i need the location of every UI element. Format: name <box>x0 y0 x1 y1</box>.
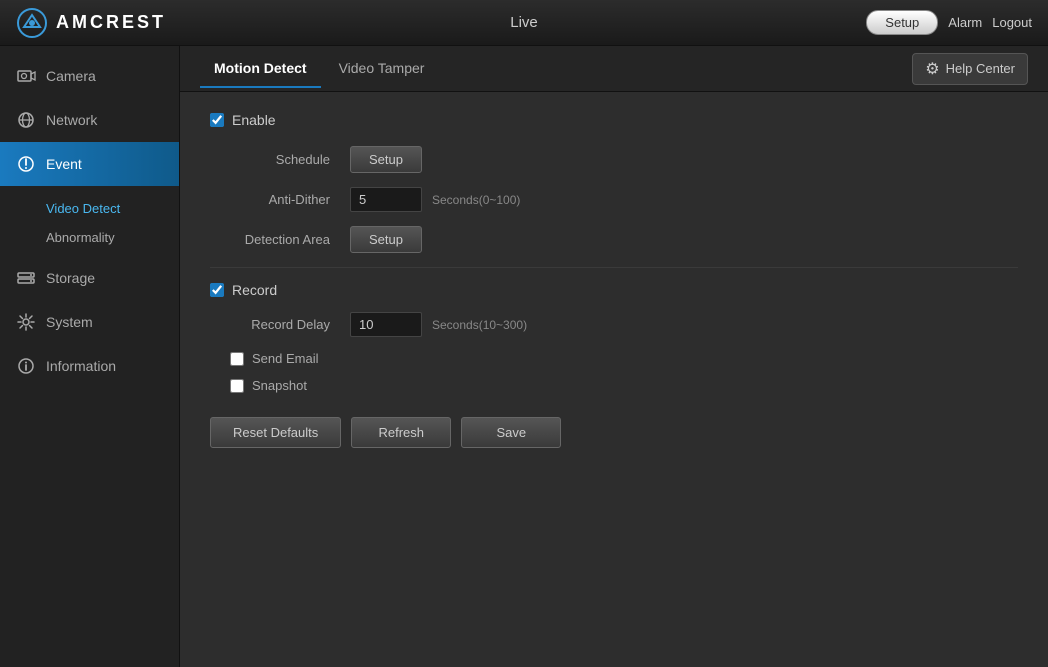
sidebar-item-storage[interactable]: Storage <box>0 256 179 300</box>
action-buttons: Reset Defaults Refresh Save <box>210 417 1018 448</box>
topbar-right: Setup Alarm Logout <box>866 10 1032 35</box>
detection-area-row: Detection Area Setup <box>210 226 1018 253</box>
record-delay-hint: Seconds(10~300) <box>432 318 527 332</box>
camera-icon <box>16 66 36 86</box>
record-row: Record <box>210 282 1018 298</box>
reset-defaults-button[interactable]: Reset Defaults <box>210 417 341 448</box>
tab-motion-detect[interactable]: Motion Detect <box>200 50 321 88</box>
send-email-label[interactable]: Send Email <box>252 351 318 366</box>
record-label[interactable]: Record <box>232 282 277 298</box>
sidebar-item-system[interactable]: System <box>0 300 179 344</box>
main-layout: Camera Network Event Video Detect Ab <box>0 46 1048 667</box>
schedule-label: Schedule <box>210 152 340 167</box>
save-button[interactable]: Save <box>461 417 561 448</box>
info-icon <box>16 356 36 376</box>
detection-area-label: Detection Area <box>210 232 340 247</box>
tab-video-tamper[interactable]: Video Tamper <box>325 50 439 88</box>
anti-dither-row: Anti-Dither Seconds(0~100) <box>210 187 1018 212</box>
event-icon <box>16 154 36 174</box>
sidebar-sub-event: Video Detect Abnormality <box>0 186 179 256</box>
system-icon <box>16 312 36 332</box>
sidebar-label-camera: Camera <box>46 68 96 84</box>
schedule-setup-button[interactable]: Setup <box>350 146 422 173</box>
send-email-row: Send Email <box>230 351 1018 366</box>
logo: AMCREST <box>16 7 166 39</box>
divider <box>210 267 1018 268</box>
sidebar-label-network: Network <box>46 112 97 128</box>
alarm-link[interactable]: Alarm <box>948 15 982 30</box>
enable-label[interactable]: Enable <box>232 112 276 128</box>
anti-dither-label: Anti-Dither <box>210 192 340 207</box>
tabs-bar: Motion Detect Video Tamper ⚙ Help Center <box>180 46 1048 92</box>
anti-dither-input[interactable] <box>350 187 422 212</box>
help-center-label: Help Center <box>946 61 1015 76</box>
sidebar-item-event[interactable]: Event <box>0 142 179 186</box>
logout-link[interactable]: Logout <box>992 15 1032 30</box>
network-icon <box>16 110 36 130</box>
topbar-center: Live <box>510 14 538 31</box>
send-email-checkbox[interactable] <box>230 352 244 366</box>
sidebar-item-network[interactable]: Network <box>0 98 179 142</box>
topbar: AMCREST Live Setup Alarm Logout <box>0 0 1048 46</box>
record-delay-label: Record Delay <box>210 317 340 332</box>
enable-row: Enable <box>210 112 1018 128</box>
logo-text: AMCREST <box>56 12 166 33</box>
sidebar-label-system: System <box>46 314 93 330</box>
detection-area-setup-button[interactable]: Setup <box>350 226 422 253</box>
sidebar-label-information: Information <box>46 358 116 374</box>
sidebar-item-abnormality[interactable]: Abnormality <box>0 223 179 252</box>
record-delay-input[interactable] <box>350 312 422 337</box>
sidebar-item-video-detect[interactable]: Video Detect <box>0 194 179 223</box>
snapshot-row: Snapshot <box>230 378 1018 393</box>
snapshot-label[interactable]: Snapshot <box>252 378 307 393</box>
refresh-button[interactable]: Refresh <box>351 417 451 448</box>
snapshot-checkbox[interactable] <box>230 379 244 393</box>
sidebar-label-storage: Storage <box>46 270 95 286</box>
record-checkbox[interactable] <box>210 283 224 297</box>
form-area: Enable Schedule Setup Anti-Dither Second… <box>180 92 1048 468</box>
sidebar-item-camera[interactable]: Camera <box>0 54 179 98</box>
setup-button[interactable]: Setup <box>866 10 938 35</box>
content: Motion Detect Video Tamper ⚙ Help Center… <box>180 46 1048 667</box>
sidebar-label-abnormality: Abnormality <box>46 230 115 245</box>
record-delay-row: Record Delay Seconds(10~300) <box>210 312 1018 337</box>
schedule-row: Schedule Setup <box>210 146 1018 173</box>
enable-checkbox[interactable] <box>210 113 224 127</box>
panel: Motion Detect Video Tamper ⚙ Help Center… <box>180 46 1048 667</box>
storage-icon <box>16 268 36 288</box>
sidebar-label-event: Event <box>46 156 82 172</box>
anti-dither-hint: Seconds(0~100) <box>432 193 520 207</box>
sidebar-item-information[interactable]: Information <box>0 344 179 388</box>
help-icon: ⚙ <box>925 59 939 79</box>
live-label: Live <box>510 14 538 31</box>
sidebar-label-video-detect: Video Detect <box>46 201 120 216</box>
amcrest-logo-icon <box>16 7 48 39</box>
sidebar: Camera Network Event Video Detect Ab <box>0 46 180 667</box>
help-center-button[interactable]: ⚙ Help Center <box>912 53 1028 85</box>
